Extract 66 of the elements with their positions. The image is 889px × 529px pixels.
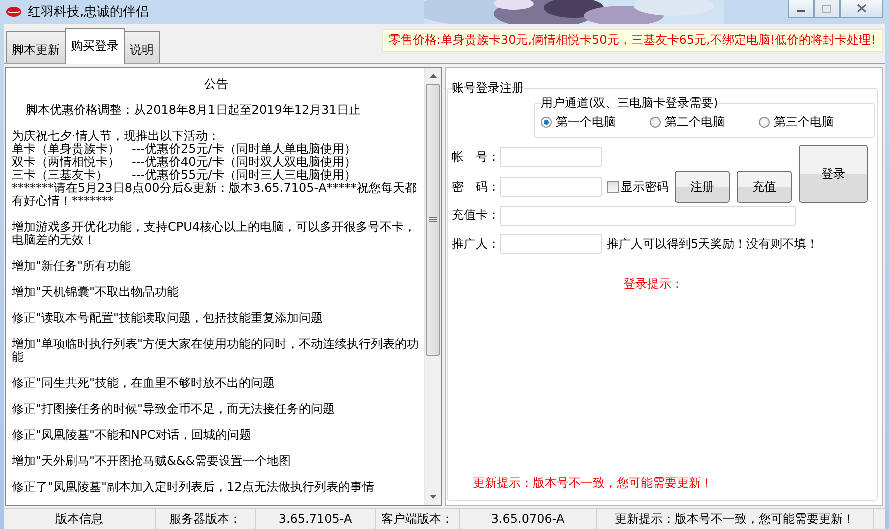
minimize-button[interactable] <box>788 0 814 18</box>
maximize-icon <box>822 4 832 12</box>
notice-text: *******请在5月23日8点00分后&更新：版本3.65.7105-A*****祝您每天都有好心情！******* <box>12 182 418 208</box>
notice-text: 脚本优惠价格调整：从2018年8月1日起至2019年12月31日止 <box>26 104 362 117</box>
status-text: 3.65.7105-A <box>256 509 376 529</box>
price-banner: 零售价格:单身贵族卡30元,俩情相悦卡50元，三基友卡65元,不绑定电脑!低价的将封卡处理! <box>382 29 883 52</box>
status-text: 版本信息 <box>4 509 156 529</box>
field-label: 充值卡： <box>452 207 500 224</box>
tab[interactable]: 脚本更新 <box>6 31 66 63</box>
field-label: 密 码： <box>452 178 500 196</box>
scroll-up-icon <box>430 74 436 78</box>
notice-text: 增加游戏多开优化功能，支持CPU4核心以上的电脑，可以多开很多号不卡，电脑差的无效！ <box>12 221 418 247</box>
notice-text: 增加"天机锦囊"不取出物品功能 <box>12 286 180 299</box>
radio-label: 第三个电脑 <box>774 114 834 131</box>
scrollbar[interactable] <box>424 68 441 505</box>
login-hint: 登录提示： <box>622 276 684 293</box>
show-password-checkbox[interactable]: 显示密码 <box>602 178 675 196</box>
window-title: 红羽科技,忠诚的伴侣 <box>28 4 150 21</box>
recharge-button[interactable]: 充值 <box>737 171 792 203</box>
notice-text: 修正了"凤凰陵墓"副本加入定时列表后，12点无法做执行列表的事情 <box>12 481 376 494</box>
notice-text: 增加"新任务"所有功能 <box>12 260 132 273</box>
radio-option[interactable]: 第二个电脑 <box>650 114 759 131</box>
notice-text: 修正"读取本号配置"技能读取问题，包括技能重复添加问题 <box>12 312 324 325</box>
notice-text: 双卡（两情相悦卡） ---优惠价40元/卡（同时双人双电脑使用） <box>12 156 358 169</box>
radio-button[interactable] <box>650 117 661 128</box>
field-label: 推广人： <box>452 236 500 252</box>
group-title: 用户通道(双、三电脑卡登录需要) <box>541 95 718 112</box>
close-icon <box>856 4 866 13</box>
referrer-hint: 推广人可以得到5天奖励！没有则不填！ <box>606 236 820 252</box>
status-text: 客户端版本： <box>376 509 460 529</box>
checkbox-label: 显示密码 <box>621 178 669 196</box>
register-button[interactable]: 注册 <box>675 171 730 203</box>
notice-text: 为庆祝七夕·情人节，现推出以下活动： <box>12 130 221 143</box>
radio-button[interactable] <box>541 117 552 128</box>
status-text: 服务器版本： <box>156 509 256 529</box>
radio-label: 第一个电脑 <box>556 114 616 131</box>
checkbox[interactable] <box>607 181 619 193</box>
password-field[interactable] <box>500 177 602 197</box>
login-button[interactable]: 登录 <box>799 145 868 203</box>
grip-icon <box>429 217 437 223</box>
referrer-field[interactable] <box>500 234 602 254</box>
radio-option[interactable]: 第三个电脑 <box>759 114 868 131</box>
tab[interactable]: 购买登录 <box>65 28 125 64</box>
notice-text: 修正"同生共死"技能，在血里不够时放不出的问题 <box>12 377 276 390</box>
notice-text: 修正"凤凰陵墓"不能和NPC对话，回城的问题 <box>12 429 253 442</box>
radio-button[interactable] <box>759 117 770 128</box>
app-icon <box>6 6 22 18</box>
radio-option[interactable]: 第一个电脑 <box>541 114 650 131</box>
radio-label: 第二个电脑 <box>665 114 725 131</box>
tab[interactable]: 说明 <box>124 31 160 63</box>
recharge-card-field[interactable] <box>500 206 796 226</box>
notice-text: 增加"单项临时执行列表"方便大家在使用功能的同时，不动连续执行列表的功能 <box>12 338 420 364</box>
notice-text: 增加"天外刷马"不开图抢马贼&&&需要设置一个地图 <box>12 455 292 468</box>
scroll-down-icon <box>430 495 436 499</box>
notice-text: 单卡（单身贵族卡） ---优惠价25元/卡（同时单人单电脑使用） <box>12 143 358 156</box>
account-field[interactable] <box>500 147 602 167</box>
scroll-thumb[interactable] <box>426 84 440 356</box>
close-button[interactable] <box>840 0 883 18</box>
notice-text: 修正"打图接任务的时候"导致金币不足，而无法接任务的问题 <box>12 403 336 416</box>
status-text: 更新提示：版本号不一致，您可能需要更新！ <box>597 509 874 529</box>
status-text: 3.65.0706-A <box>460 509 597 529</box>
update-hint: 更新提示：版本号不一致，您可能需要更新！ <box>472 475 714 492</box>
field-label: 帐 号： <box>452 148 500 166</box>
group-title: 账号登录注册 <box>452 80 524 97</box>
notice-text: 三卡（三基友卡） ---优惠价55元/卡（同时三人三电脑使用） <box>12 169 358 182</box>
notice-title: 公告 <box>204 78 230 91</box>
